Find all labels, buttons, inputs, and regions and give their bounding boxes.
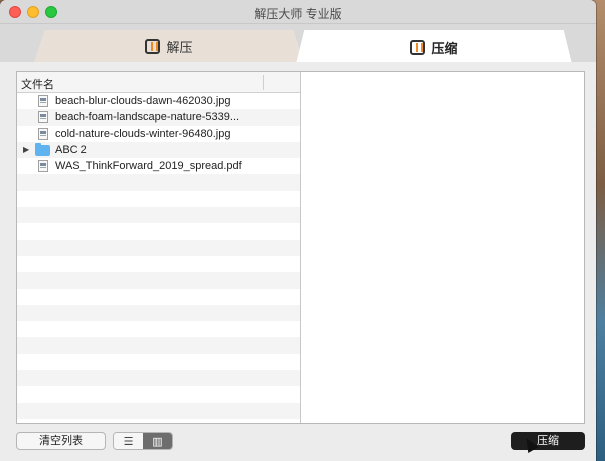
image-file-icon xyxy=(38,95,48,107)
empty-row xyxy=(17,256,300,272)
list-item[interactable]: WAS_ThinkForward_2019_spread.pdf xyxy=(17,158,300,174)
clear-list-button[interactable]: 清空列表 xyxy=(16,432,106,450)
extract-icon xyxy=(145,38,161,54)
column-header-name[interactable]: 文件名 xyxy=(17,72,300,93)
image-file-icon xyxy=(38,127,48,140)
view-mode-segmented-control: ☰ ▥ xyxy=(113,432,173,450)
title-bar: 解压大师 专业版 xyxy=(0,0,596,24)
main-content: 文件名 beach-blur-clouds-dawn-462030.jpg be… xyxy=(0,62,596,461)
list-item[interactable]: beach-blur-clouds-dawn-462030.jpg xyxy=(17,93,300,109)
file-rows: beach-blur-clouds-dawn-462030.jpg beach-… xyxy=(17,93,300,419)
file-name: cold-nature-clouds-winter-96480.jpg xyxy=(55,127,231,140)
folder-name: ABC 2 xyxy=(55,143,87,156)
empty-row xyxy=(17,223,300,239)
empty-row xyxy=(17,174,300,191)
file-name: WAS_ThinkForward_2019_spread.pdf xyxy=(55,160,242,173)
empty-row xyxy=(17,304,300,322)
file-list[interactable]: 文件名 beach-blur-clouds-dawn-462030.jpg be… xyxy=(17,72,301,423)
empty-row xyxy=(17,239,300,256)
file-name: beach-foam-landscape-nature-5339... xyxy=(55,111,240,124)
column-view-icon[interactable]: ▥ xyxy=(143,433,172,449)
file-browser-panel: 文件名 beach-blur-clouds-dawn-462030.jpg be… xyxy=(16,71,585,424)
tab-compress[interactable]: 压缩 xyxy=(296,30,572,64)
empty-row xyxy=(17,354,300,370)
list-view-icon[interactable]: ☰ xyxy=(114,433,143,449)
bottom-toolbar: 清空列表 ☰ ▥ 压缩 xyxy=(0,430,596,461)
empty-row xyxy=(17,386,300,402)
file-name: beach-blur-clouds-dawn-462030.jpg xyxy=(55,95,231,107)
tab-decompress-label: 解压 xyxy=(166,39,193,55)
empty-row xyxy=(17,321,300,337)
tab-bar: 解压 压缩 xyxy=(0,24,596,64)
pdf-file-icon xyxy=(38,160,48,173)
app-window: 解压大师 专业版 解压 压缩 文件名 beach-blur-clouds-daw… xyxy=(0,0,596,461)
tab-compress-label: 压缩 xyxy=(431,40,458,56)
column-divider[interactable] xyxy=(263,75,264,90)
empty-row xyxy=(17,207,300,224)
list-item[interactable]: beach-foam-landscape-nature-5339... xyxy=(17,109,300,126)
list-item[interactable]: ▶ ABC 2 xyxy=(17,141,300,159)
column-header-label: 文件名 xyxy=(21,79,54,91)
folder-icon xyxy=(35,142,50,156)
empty-row xyxy=(17,337,300,354)
detail-pane xyxy=(302,72,584,423)
empty-row xyxy=(17,402,300,419)
list-item[interactable]: cold-nature-clouds-winter-96480.jpg xyxy=(17,126,300,142)
window-title: 解压大师 专业版 xyxy=(254,7,342,21)
disclosure-triangle-icon[interactable]: ▶ xyxy=(23,145,29,154)
tab-decompress[interactable]: 解压 xyxy=(34,30,304,62)
empty-row xyxy=(17,289,300,305)
image-file-icon xyxy=(38,111,48,124)
empty-row xyxy=(17,370,300,387)
compress-icon xyxy=(410,39,426,55)
empty-row xyxy=(17,272,300,289)
empty-row xyxy=(17,191,300,207)
